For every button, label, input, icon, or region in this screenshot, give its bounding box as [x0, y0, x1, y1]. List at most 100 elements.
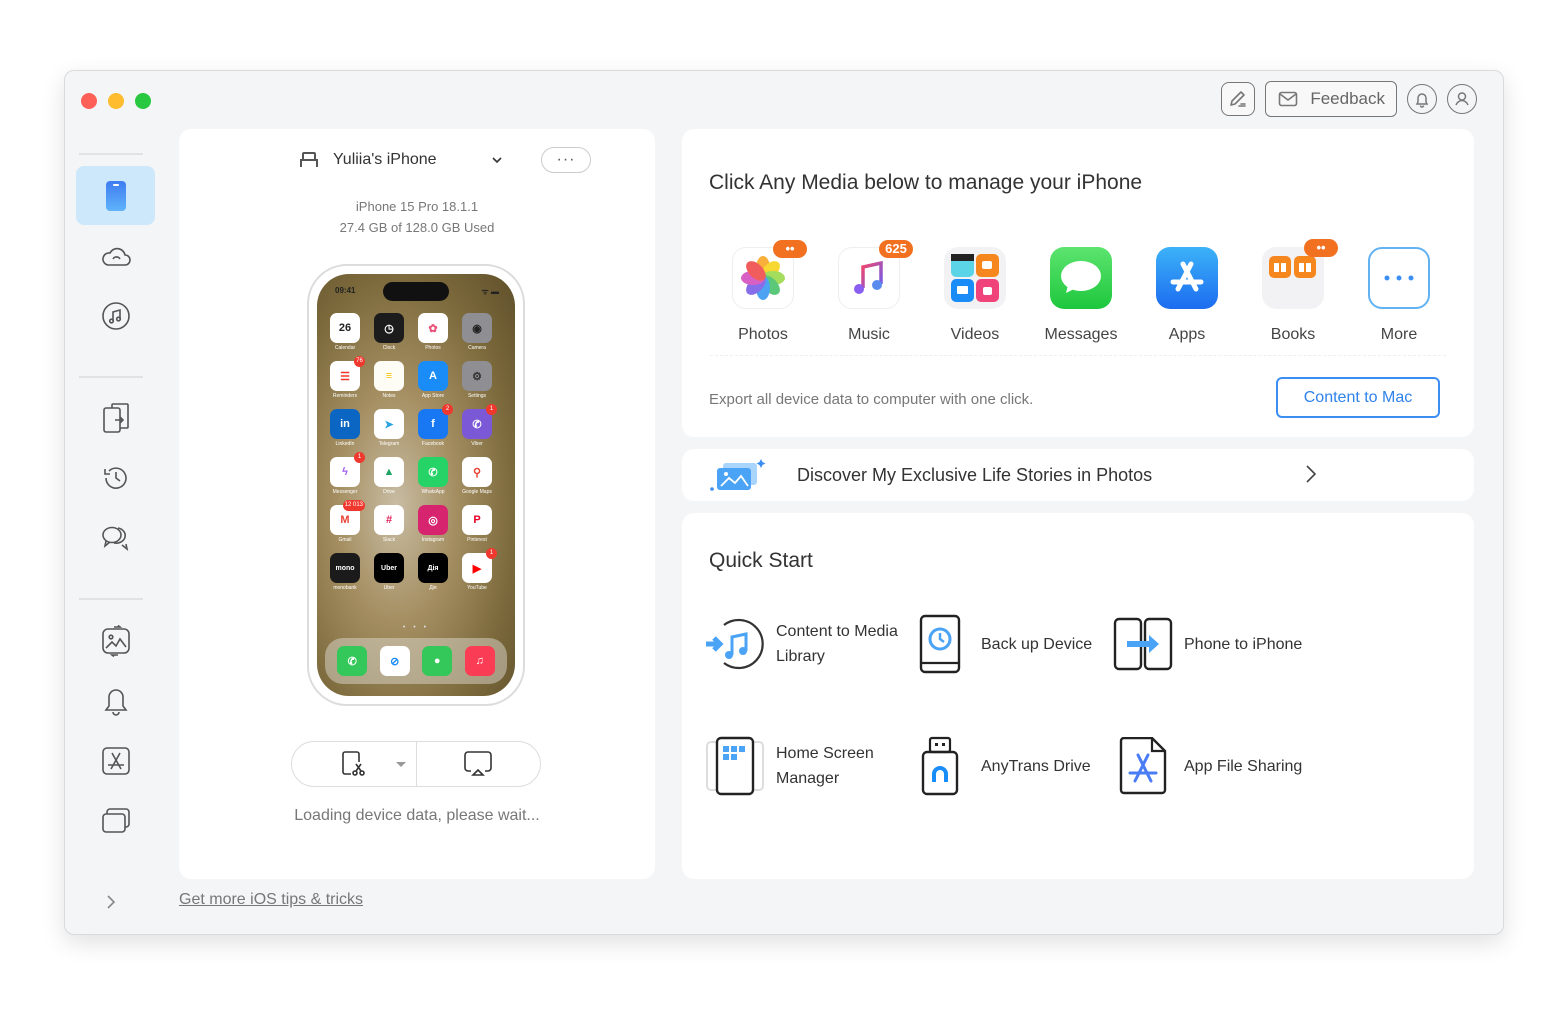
minimize-window-button[interactable] [108, 93, 124, 109]
phone-app-badge: 12 013 [342, 500, 365, 511]
phone-app-grid: 26 Calendar ◷ Clock ✿ Photos ◉ Camera ☰ Reminders… [330, 313, 506, 591]
app-glyph: Uber [381, 564, 397, 572]
media-item-music[interactable]: 625 Music [816, 240, 922, 344]
device-selector[interactable]: Yuliia's iPhone [299, 151, 503, 169]
apps-icon [1170, 261, 1204, 292]
media-label: Books [1270, 326, 1316, 343]
maximize-window-button[interactable] [135, 93, 151, 109]
close-window-button[interactable] [81, 93, 97, 109]
media-label: More [1380, 326, 1418, 343]
dock-app-icon: ✆ [337, 646, 368, 676]
quick-start-back-up-device[interactable]: Back up Device [909, 613, 1092, 675]
notifications-button[interactable] [1407, 84, 1437, 114]
screenshot-button[interactable] [292, 742, 417, 786]
window-controls [81, 93, 151, 109]
sidebar-divider [79, 153, 143, 155]
sidebar-item-icloud[interactable] [76, 226, 155, 285]
top-toolbar: Feedback [1221, 81, 1477, 117]
media-label: Photos [738, 326, 788, 343]
backup-device-icon [919, 614, 961, 674]
sidebar-item-phone-switcher[interactable] [76, 388, 155, 447]
phone-app-badge: 76 [354, 356, 365, 367]
sidebar-item-messages[interactable] [76, 508, 155, 567]
phone-app-label: Camera [468, 345, 486, 351]
quick-start-phone-to-iphone[interactable]: Phone to iPhone [1112, 613, 1302, 675]
phone-app-icon: # Slack [374, 505, 404, 543]
phone-dock: ✆ ⊘ ● ♫ [325, 638, 507, 684]
media-item-apps[interactable]: Apps [1134, 247, 1240, 344]
feedback-button[interactable]: Feedback [1265, 81, 1397, 117]
phone-app-label: Uber [383, 585, 395, 591]
sidebar-item-photo-convert[interactable] [76, 611, 155, 670]
sidebar-item-device-manager[interactable] [76, 166, 155, 225]
sidebar-item-backup-manager[interactable] [76, 448, 155, 507]
sidebar-item-ringtone[interactable] [76, 671, 155, 730]
phone-app-label: Settings [467, 393, 487, 399]
chevron-right-icon [107, 895, 116, 909]
user-icon [1455, 92, 1469, 106]
phone-app-icon: Дія Дія [418, 553, 448, 591]
screenshot-scissors-icon [341, 751, 365, 776]
phone-app-label: Дія [429, 585, 437, 591]
media-item-messages[interactable]: Messages [1028, 247, 1134, 344]
phone-screen: 09:41 ᯤ ▬ 26 Calendar ◷ Clock ✿ Photos ◉ Camera… [317, 274, 515, 696]
chevron-right-icon [1306, 465, 1317, 483]
device-more-button[interactable]: ··· [541, 147, 591, 173]
phone-app-label: Clock [382, 345, 396, 351]
phone-to-iphone-icon [1113, 617, 1173, 671]
phone-app-icon: P Pinterest [462, 505, 492, 543]
discover-text: Discover My Exclusive Life Stories in Ph… [797, 464, 1153, 485]
sidebar [65, 151, 165, 931]
quick-start-home-screen-manager[interactable]: Home Screen Manager [704, 735, 874, 797]
music-note-icon [854, 260, 883, 294]
app-glyph: ⚲ [472, 466, 482, 479]
media-card: Click Any Media below to manage your iPh… [682, 129, 1474, 437]
media-item-books[interactable]: •• Books [1240, 239, 1346, 344]
usb-drive-icon [921, 736, 959, 796]
discover-life-stories-banner[interactable]: Discover My Exclusive Life Stories in Ph… [682, 449, 1474, 501]
app-glyph: f [431, 418, 435, 430]
phone-app-icon: ϟ Messenger 1 [330, 452, 365, 495]
phone-app-icon: ✿ Photos [418, 313, 448, 351]
bell-icon [1415, 93, 1429, 108]
phone-app-icon: ◉ Camera [462, 313, 492, 351]
quick-start-label: Home Screen [776, 745, 874, 762]
phone-icon [105, 180, 126, 211]
quick-start-label: App File Sharing [1184, 757, 1303, 775]
quick-start-app-file-sharing[interactable]: App File Sharing [1112, 735, 1302, 797]
phone-app-label: Facebook [422, 441, 444, 447]
app-glyph: ➤ [384, 418, 394, 431]
videos-icon [951, 254, 999, 302]
media-item-videos[interactable]: Videos [922, 247, 1028, 344]
windows-stack-icon [101, 807, 130, 833]
app-glyph: ☰ [340, 370, 350, 383]
screenshot-dropdown-caret[interactable] [395, 762, 406, 767]
screen-mirror-button[interactable] [417, 742, 541, 786]
content-to-mac-button[interactable]: Content to Mac [1276, 377, 1440, 418]
page-indicator: • • • [402, 624, 430, 631]
sidebar-expand-button[interactable] [105, 893, 117, 921]
export-description: Export all device data to computer with … [709, 391, 1034, 408]
media-item-more[interactable]: More [1346, 247, 1452, 344]
account-button[interactable] [1447, 84, 1477, 114]
ios-tips-link[interactable]: Get more iOS tips & tricks [179, 891, 363, 909]
phone-app-label: Notes [382, 393, 396, 399]
quick-start-label: Manager [776, 770, 840, 787]
sidebar-item-itunes-library[interactable] [76, 286, 155, 345]
quick-start-label: AnyTrans Drive [981, 757, 1091, 775]
sidebar-item-screen-mirroring[interactable] [76, 791, 155, 850]
media-item-photos[interactable]: •• Photos [710, 240, 816, 344]
phone-app-label: Telegram [378, 441, 400, 447]
app-glyph: P [473, 514, 481, 526]
mail-icon [1279, 91, 1298, 107]
home-screen-manager-icon [706, 736, 764, 796]
app-glyph: ● [433, 655, 441, 667]
edit-button[interactable] [1221, 82, 1256, 116]
app-glyph: ▲ [383, 466, 395, 478]
quick-start-content-to-media-library[interactable]: Content to Media Library [704, 613, 898, 675]
phone-app-label: monobank [333, 585, 357, 591]
app-glyph: ⊘ [390, 655, 400, 668]
sidebar-item-app-downloader[interactable] [76, 731, 155, 790]
dock-app-icon: ⊘ [379, 646, 410, 676]
quick-start-anytrans-drive[interactable]: AnyTrans Drive [909, 735, 1091, 797]
